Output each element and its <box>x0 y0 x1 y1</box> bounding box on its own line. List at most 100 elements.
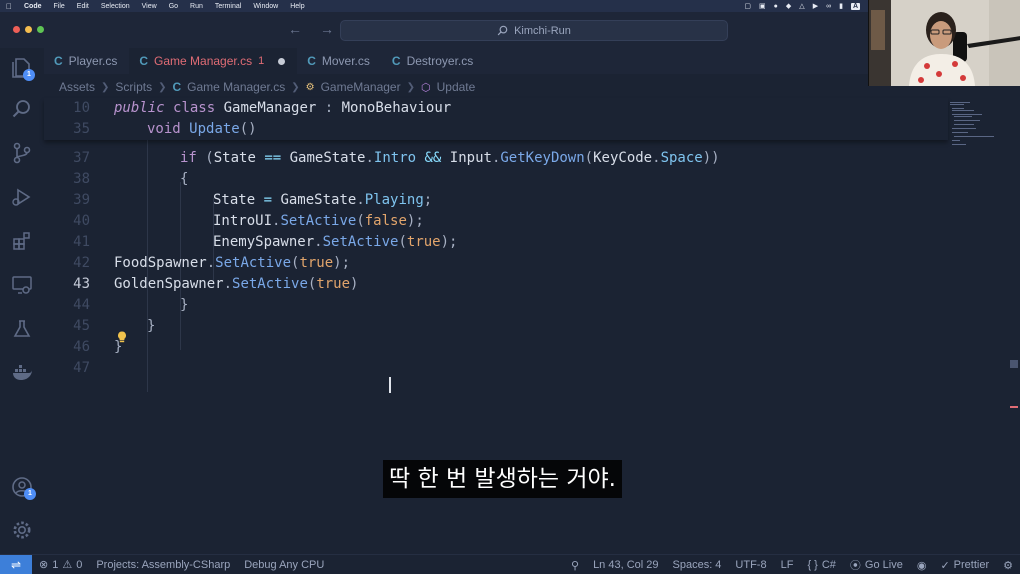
line-number: 40 <box>73 213 90 229</box>
line-number: 38 <box>73 171 90 187</box>
code-line[interactable]: 35 void Update() <box>44 119 944 140</box>
code-line[interactable]: 47 <box>44 358 944 379</box>
code-line[interactable]: 46} <box>44 337 944 358</box>
code-text: EnemySpawner.SetActive(true); <box>213 234 458 250</box>
tab-player-cs[interactable]: C Player.cs <box>44 48 129 74</box>
menu-code[interactable]: Code <box>18 3 48 10</box>
debug-config-indicator[interactable]: Debug Any CPU <box>237 555 331 574</box>
breadcrumb: Assets ❯ Scripts ❯ C Game Manager.cs ❯ ⚙… <box>44 78 475 96</box>
bluetooth-icon[interactable]: ∞ <box>826 3 831 10</box>
menu-edit[interactable]: Edit <box>71 3 95 10</box>
code-line[interactable]: 43 GoldenSpawner.SetActive(true) <box>44 274 944 295</box>
line-number: 45 <box>73 318 90 334</box>
status-bar-right: ⚲ Ln 43, Col 29 Spaces: 4 UTF-8 LF { } C… <box>564 555 1020 574</box>
docker-icon[interactable] <box>10 362 34 386</box>
language-mode[interactable]: { } C# <box>800 555 842 574</box>
code-line[interactable]: 38 { <box>44 169 944 190</box>
scrollbar-thumb[interactable] <box>1010 360 1018 368</box>
back-arrow-icon[interactable]: ← <box>288 21 302 37</box>
lightbulb-icon[interactable] <box>117 331 127 343</box>
remote-indicator-icon[interactable]: ⇌ <box>0 554 32 574</box>
csharp-file-icon: C <box>139 54 149 68</box>
go-live-button[interactable]: ⦿ Go Live <box>843 555 910 574</box>
csharp-file-icon: C <box>391 54 401 68</box>
bell-icon[interactable]: ◆ <box>786 2 791 10</box>
project-indicator[interactable]: Projects: Assembly-CSharp <box>89 555 237 574</box>
code-text: GoldenSpawner.SetActive(true) <box>114 276 359 292</box>
minimap-line <box>950 102 970 103</box>
prettier-check-icon: ✓ <box>940 559 950 572</box>
editor-scrollbar[interactable] <box>1008 98 1020 554</box>
settings-gear-icon[interactable] <box>10 519 34 543</box>
zoom-icon[interactable]: ⚲ <box>564 555 586 574</box>
line-number: 37 <box>73 150 90 166</box>
tab-mover-cs[interactable]: C Mover.cs <box>297 48 382 74</box>
code-line[interactable]: 41 EnemySpawner.SetActive(true); <box>44 232 944 253</box>
encoding-indicator[interactable]: UTF-8 <box>728 555 773 574</box>
window-controls <box>13 26 44 33</box>
unsaved-dot-icon[interactable] <box>278 57 286 65</box>
menu-help[interactable]: Help <box>284 3 310 10</box>
copilot-icon[interactable]: ◉ <box>910 555 934 574</box>
code-line[interactable]: 40 IntroUI.SetActive(false); <box>44 211 944 232</box>
problems-indicator[interactable]: ⊗ 1 ⚠ 0 <box>32 555 89 574</box>
close-window-button[interactable] <box>13 26 20 33</box>
code-line[interactable]: 39 State = GameState.Playing; <box>44 190 944 211</box>
prettier-button[interactable]: ✓ Prettier <box>933 555 996 574</box>
line-number: 44 <box>73 297 90 313</box>
input-source-indicator[interactable]: A <box>850 2 860 10</box>
code-line[interactable]: 45} <box>44 316 944 337</box>
code-line[interactable]: 37 if (State == GameState.Intro && Input.… <box>44 148 944 169</box>
menu-run[interactable]: Run <box>184 3 209 10</box>
forward-arrow-icon[interactable]: → <box>320 21 334 37</box>
tab-destroyer-cs[interactable]: C Destroyer.cs <box>382 48 485 74</box>
code-line[interactable]: 44} <box>44 295 944 316</box>
code-editor[interactable]: 37 if (State == GameState.Intro && Input.… <box>44 98 948 498</box>
search-sidebar-icon[interactable] <box>10 98 34 122</box>
menu-go[interactable]: Go <box>163 3 184 10</box>
menu-selection[interactable]: Selection <box>95 3 136 10</box>
prettier-label: Prettier <box>953 559 990 571</box>
command-center-search[interactable]: Kimchi-Run <box>340 20 728 41</box>
testing-flask-icon[interactable] <box>10 318 34 342</box>
breadcrumb-file[interactable]: Game Manager.cs <box>187 80 285 94</box>
menu-terminal[interactable]: Terminal <box>209 3 247 10</box>
breadcrumb-method[interactable]: Update <box>437 80 476 94</box>
warning-icon: ⚠ <box>62 559 73 571</box>
code-line[interactable]: 42 FoodSpawner.SetActive(true); <box>44 253 944 274</box>
line-number: 35 <box>73 121 90 137</box>
tab-label: Game Manager.cs <box>154 54 253 68</box>
title-bar: ← → Kimchi-Run <box>0 12 1020 48</box>
cursor-position[interactable]: Ln 43, Col 29 <box>586 555 665 574</box>
volume-icon[interactable]: ▶ <box>813 2 818 10</box>
menubar-tray: ▢ ▣ ● ◆ △ ▶ ∞ ▮ A <box>744 0 860 12</box>
tab-game-manager-cs[interactable]: C Game Manager.cs 1 <box>129 48 298 74</box>
notifications-bell-icon[interactable]: ⚙ <box>996 555 1020 574</box>
source-control-icon[interactable] <box>10 142 34 166</box>
creative-cloud-icon[interactable]: ● <box>774 3 778 10</box>
menu-file[interactable]: File <box>48 3 71 10</box>
breadcrumb-class[interactable]: GameManager <box>321 80 401 94</box>
battery-icon[interactable]: ▮ <box>839 2 843 10</box>
extensions-icon[interactable] <box>10 230 34 254</box>
eol-indicator[interactable]: LF <box>774 555 801 574</box>
minimize-window-button[interactable] <box>25 26 32 33</box>
warning-count: 0 <box>76 558 83 571</box>
minimap-line <box>950 104 964 105</box>
apple-icon[interactable]:  <box>0 2 18 11</box>
remote-explorer-icon[interactable] <box>10 274 34 298</box>
run-debug-icon[interactable] <box>10 186 34 210</box>
display-icon[interactable]: ▣ <box>759 2 766 10</box>
maximize-window-button[interactable] <box>37 26 44 33</box>
menu-view[interactable]: View <box>136 3 163 10</box>
indentation-indicator[interactable]: Spaces: 4 <box>666 555 729 574</box>
minimap[interactable] <box>948 98 1008 158</box>
shield-icon[interactable]: △ <box>799 2 804 10</box>
breadcrumb-scripts[interactable]: Scripts <box>115 80 152 94</box>
screen-record-icon[interactable]: ▢ <box>744 2 751 10</box>
menu-window[interactable]: Window <box>247 3 284 10</box>
code-line[interactable]: 10 public class GameManager : MonoBehavio… <box>44 98 944 119</box>
line-number: 10 <box>73 100 90 116</box>
csharp-file-icon: C <box>54 54 63 68</box>
breadcrumb-assets[interactable]: Assets <box>59 80 95 94</box>
